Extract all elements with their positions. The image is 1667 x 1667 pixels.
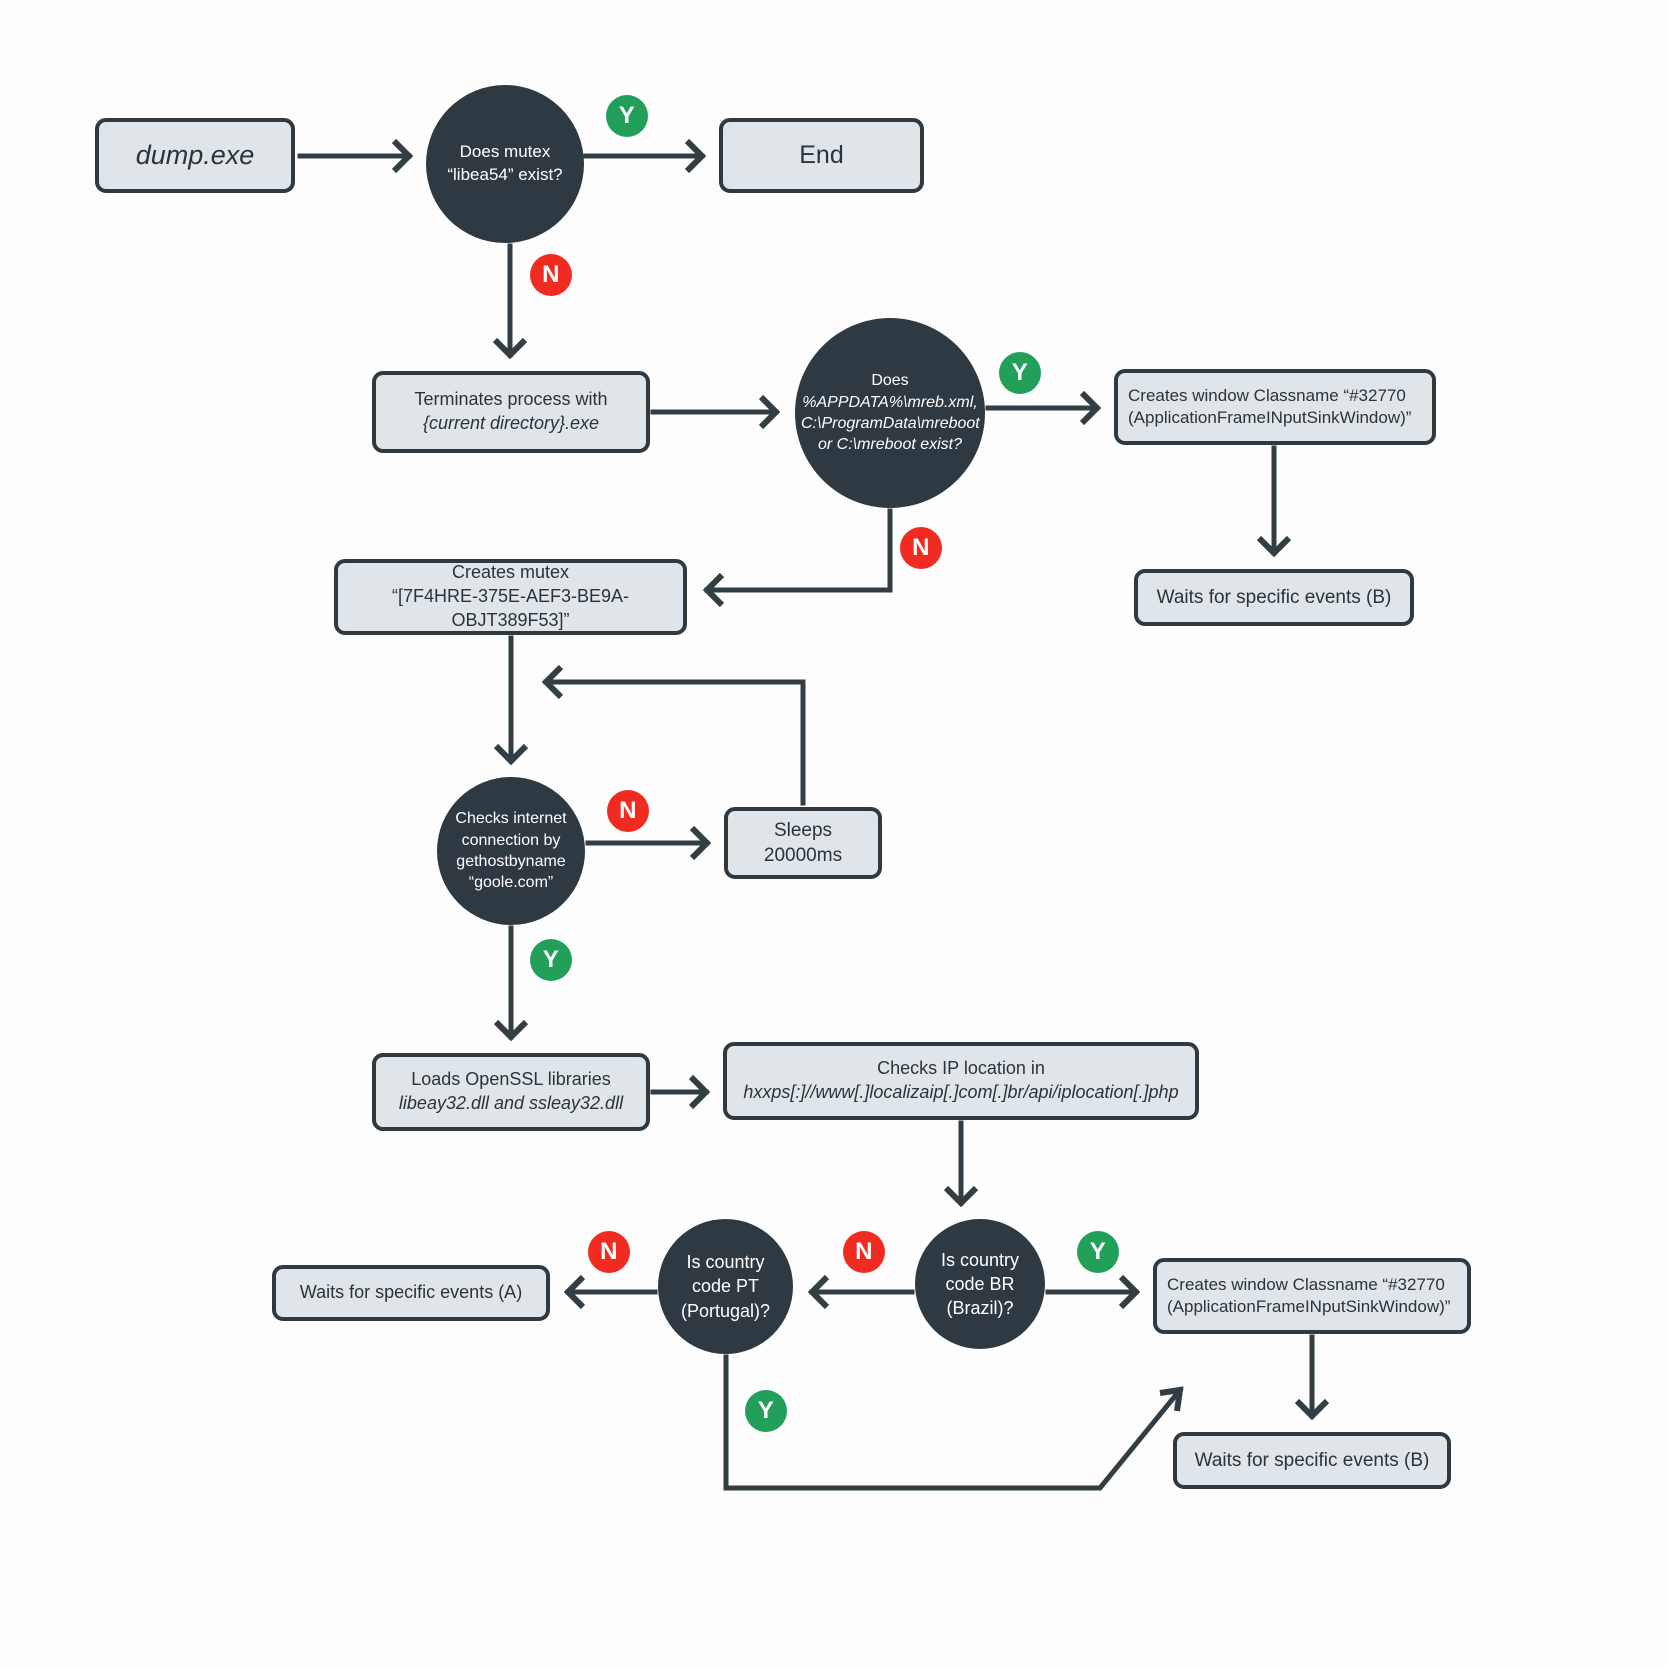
node-label-create_mutex: Creates mutex “[7F4HRE-375E-AEF3-BE9A-OBJ… xyxy=(348,561,673,632)
node-label-path_check: Does %APPDATA%\mreb.xml, C:\ProgramData\mr… xyxy=(795,370,985,456)
process-node-create_window_2: Creates window Classname “#32770 (Applica… xyxy=(1153,1258,1471,1334)
node-label-line: Checks internet xyxy=(455,810,567,828)
node-label-mutex_check: Does mutex “libea54” exist? xyxy=(426,141,584,187)
node-label-line: Does mutex xyxy=(459,142,551,162)
node-label-create_window_1: Creates window Classname “#32770 (Applica… xyxy=(1128,385,1422,430)
decision-node-country_br: Is country code BR (Brazil)? xyxy=(915,1219,1045,1349)
node-label-line: {current directory}.exe xyxy=(422,413,600,433)
decision-node-country_pt: Is country code PT (Portugal)? xyxy=(658,1219,793,1354)
node-label-line: libeay32.dll and ssleay32.dll xyxy=(398,1093,624,1113)
badge-path-no: N xyxy=(900,527,942,569)
node-label-waits_b_1: Waits for specific events (B) xyxy=(1148,585,1400,610)
node-label-create_window_2: Creates window Classname “#32770 (Applica… xyxy=(1167,1274,1457,1319)
process-node-waits_b_1: Waits for specific events (B) xyxy=(1134,569,1414,626)
node-label-line: gethostbyname xyxy=(456,853,566,870)
node-label-line: code PT xyxy=(691,1276,760,1297)
node-label-load_openssl: Loads OpenSSL libraries libeay32.dll and … xyxy=(386,1068,636,1116)
badge-br-no: N xyxy=(843,1231,885,1273)
process-node-waits_b_2: Waits for specific events (B) xyxy=(1173,1432,1451,1489)
node-label-country_pt: Is country code PT (Portugal)? xyxy=(658,1250,793,1322)
process-node-terminate: Terminates process with {current director… xyxy=(372,371,650,453)
flowchart-canvas: dump.exe Does mutex “libea54” exist? End Ter… xyxy=(0,0,1667,1667)
node-label-line: Loads OpenSSL libraries xyxy=(411,1069,611,1090)
badge-inet-yes: Y xyxy=(530,939,572,981)
node-label-line: 20000ms xyxy=(763,845,843,866)
node-label-waits_b_2: Waits for specific events (B) xyxy=(1187,1448,1437,1473)
node-label-line: “[7F4HRE-375E-AEF3-BE9A-OBJT389F53]” xyxy=(391,586,630,630)
node-label-line: code BR xyxy=(945,1273,1015,1294)
badge-mutex-yes: Y xyxy=(606,95,648,137)
process-node-create_window_1: Creates window Classname “#32770 (Applica… xyxy=(1114,369,1436,445)
node-label-start: dump.exe xyxy=(109,138,281,174)
process-node-waits_a: Waits for specific events (A) xyxy=(272,1265,550,1321)
decision-node-internet_check: Checks internet connection by gethostbynam… xyxy=(437,777,585,925)
node-label-line: Creates mutex xyxy=(451,562,570,583)
node-label-line: hxxps[:]//www[.]localizaip[.]com[.]br/ap… xyxy=(743,1082,1179,1102)
node-label-line: connection by xyxy=(461,831,561,849)
node-label-waits_a: Waits for specific events (A) xyxy=(286,1281,536,1305)
connector-path_check-to-create_mutex xyxy=(704,508,893,593)
node-label-line: Is country xyxy=(686,1252,765,1273)
node-label-check_ip: Checks IP location in hxxps[:]//www[.]loc… xyxy=(737,1057,1185,1105)
process-node-start: dump.exe xyxy=(95,118,295,193)
process-node-end: End xyxy=(719,118,924,193)
node-label-terminate: Terminates process with {current director… xyxy=(386,388,636,436)
node-label-line: Waits for specific events (B) xyxy=(1156,586,1392,608)
node-label-line: Sleeps xyxy=(773,819,833,841)
node-label-line: Does xyxy=(871,372,909,390)
node-label-line: Terminates process with xyxy=(414,389,608,410)
badge-path-yes: Y xyxy=(999,352,1041,394)
node-label-line: Creates window Classname “#32770 xyxy=(1167,1274,1445,1294)
process-node-create_mutex: Creates mutex “[7F4HRE-375E-AEF3-BE9A-OBJ… xyxy=(334,559,687,635)
process-node-check_ip: Checks IP location in hxxps[:]//www[.]loc… xyxy=(723,1042,1199,1120)
node-label-sleeps: Sleeps 20000ms xyxy=(738,818,868,868)
badge-br-yes: Y xyxy=(1077,1231,1119,1273)
node-label-internet_check: Checks internet connection by gethostbynam… xyxy=(437,808,585,894)
process-node-sleeps: Sleeps 20000ms xyxy=(724,807,882,879)
badge-pt-yes: Y xyxy=(745,1390,787,1432)
connector-country_pt-to-create_window_2 xyxy=(723,1354,1184,1491)
node-label-line: (Brazil)? xyxy=(946,1298,1014,1319)
decision-node-path_check: Does %APPDATA%\mreb.xml, C:\ProgramData\mr… xyxy=(795,318,985,508)
node-label-line: Creates window Classname “#32770 xyxy=(1128,385,1406,405)
node-label-line: dump.exe xyxy=(135,139,255,170)
node-label-line: C:\ProgramData\mreboot xyxy=(801,415,980,432)
node-label-line: Waits for specific events (A) xyxy=(299,1282,523,1303)
node-label-line: (ApplicationFrameINputSinkWindow)” xyxy=(1128,408,1412,427)
badge-pt-no: N xyxy=(588,1231,630,1273)
decision-node-mutex_check: Does mutex “libea54” exist? xyxy=(426,85,584,243)
node-label-line: Waits for specific events (B) xyxy=(1194,1449,1430,1471)
node-label-line: Checks IP location in xyxy=(877,1058,1045,1079)
node-label-end: End xyxy=(733,139,910,172)
node-label-line: %APPDATA%\mreb.xml, xyxy=(802,393,978,411)
node-label-line: or C:\mreboot exist? xyxy=(817,436,963,454)
node-label-line: End xyxy=(799,141,844,169)
node-label-line: Is country xyxy=(940,1249,1020,1270)
node-label-line: “goole.com” xyxy=(468,874,554,892)
connector-sleeps-to-internet_check xyxy=(543,679,806,806)
node-label-line: (ApplicationFrameINputSinkWindow)” xyxy=(1167,1297,1451,1316)
process-node-load_openssl: Loads OpenSSL libraries libeay32.dll and … xyxy=(372,1053,650,1131)
node-label-country_br: Is country code BR (Brazil)? xyxy=(915,1248,1045,1320)
node-label-line: “libea54” exist? xyxy=(447,165,563,184)
node-label-line: (Portugal)? xyxy=(680,1300,771,1321)
badge-mutex-no: N xyxy=(530,254,572,296)
badge-inet-no: N xyxy=(607,790,649,832)
